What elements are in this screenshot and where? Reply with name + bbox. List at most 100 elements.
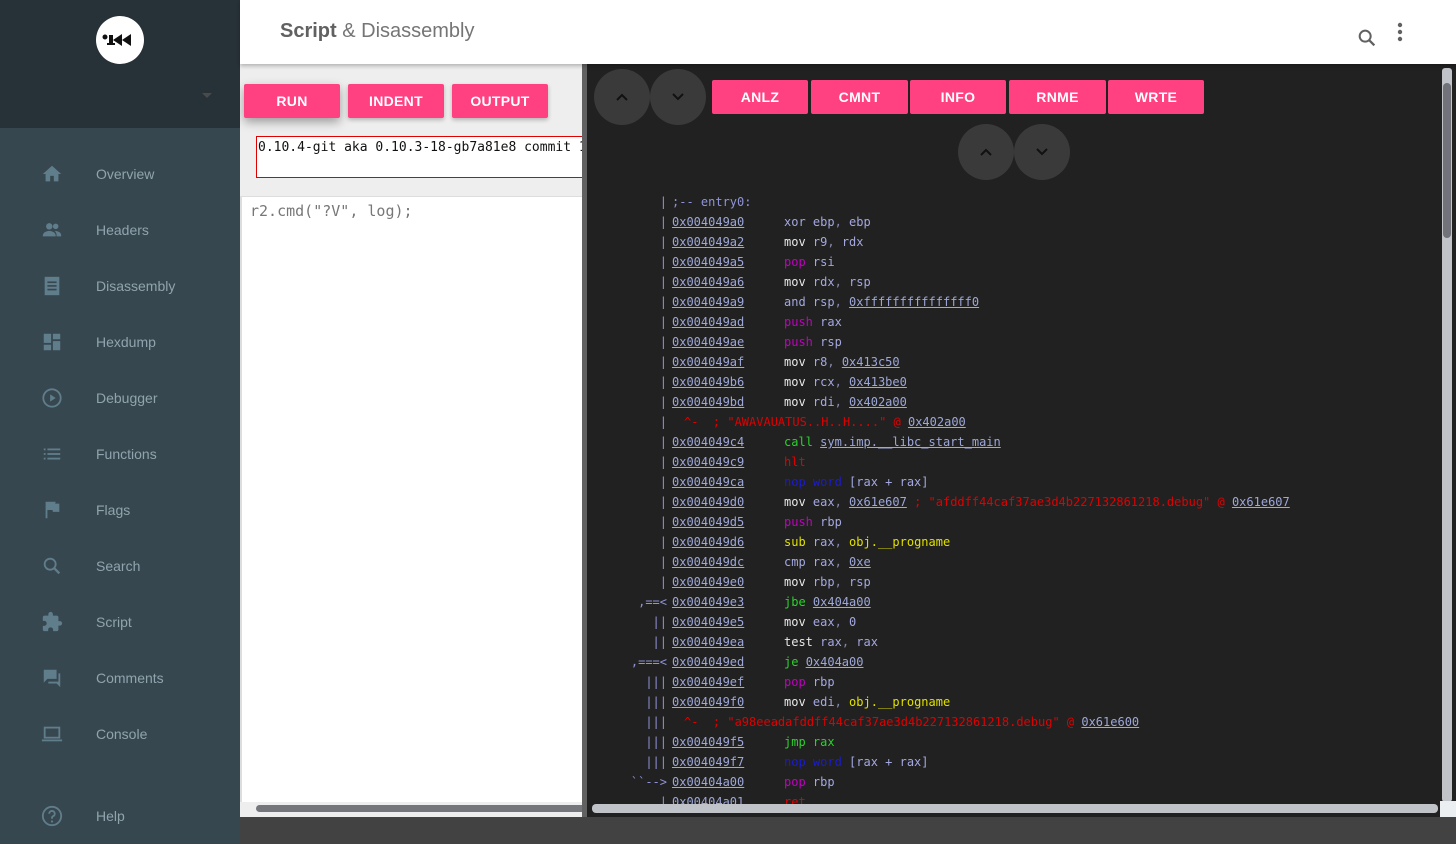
disassembly-horizontal-scrollbar[interactable] xyxy=(592,804,1438,813)
address-link[interactable]: 0x004049d6 xyxy=(672,532,744,552)
address-link[interactable]: 0x004049e5 xyxy=(672,612,744,632)
sidebar-item-label: Flags xyxy=(96,502,131,518)
address-link[interactable]: 0x004049f7 xyxy=(672,752,744,772)
operand: ; "afddff44caf37ae3d4b227132861218.debug… xyxy=(906,495,1232,509)
flow-arrow: | xyxy=(659,455,667,469)
operand: , xyxy=(834,615,850,629)
indent-button[interactable]: INDENT xyxy=(348,84,444,118)
sidebar-item-help[interactable]: Help xyxy=(0,788,240,844)
address-link[interactable]: 0x004049c4 xyxy=(672,432,744,452)
operand-link[interactable]: 0x413be0 xyxy=(849,375,907,389)
wrte-button[interactable]: WRTE xyxy=(1108,80,1204,114)
cmnt-button[interactable]: CMNT xyxy=(811,80,908,114)
sidebar-item-console[interactable]: Console xyxy=(0,706,240,762)
address-link[interactable]: 0x004049c9 xyxy=(672,452,744,472)
sidebar-item-debugger[interactable]: Debugger xyxy=(0,370,240,426)
address-link[interactable]: 0x004049d0 xyxy=(672,492,744,512)
more-vert-icon[interactable] xyxy=(1388,20,1412,44)
script-horizontal-scrollbar[interactable] xyxy=(244,804,596,814)
sidebar-item-script[interactable]: Script xyxy=(0,594,240,650)
address-link[interactable]: 0x004049a0 xyxy=(672,212,744,232)
scrollbar-thumb[interactable] xyxy=(1443,83,1451,238)
address-link[interactable]: 0x004049ae xyxy=(672,332,744,352)
operand-link[interactable]: sym.imp.__libc_start_main xyxy=(820,435,1001,449)
run-button[interactable]: RUN xyxy=(244,84,340,118)
sidebar-item-disassembly[interactable]: Disassembly xyxy=(0,258,240,314)
sidebar-item-hexdump[interactable]: Hexdump xyxy=(0,314,240,370)
address-link[interactable]: 0x004049bd xyxy=(672,392,744,412)
address-link[interactable]: 0x004049b6 xyxy=(672,372,744,392)
operand: hlt xyxy=(784,455,806,469)
address-link[interactable]: 0x004049d5 xyxy=(672,512,744,532)
page-title-bold: Script xyxy=(280,20,337,42)
operand: rbp xyxy=(812,515,842,529)
info-button[interactable]: INFO xyxy=(910,80,1006,114)
flow-arrow: | xyxy=(659,395,667,409)
operand: nop word xyxy=(784,475,842,489)
address-link[interactable]: 0x004049e3 xyxy=(672,592,744,612)
sidebar-header xyxy=(0,0,240,128)
sidebar-item-functions[interactable]: Functions xyxy=(0,426,240,482)
sidebar-item-comments[interactable]: Comments xyxy=(0,650,240,706)
account-dropdown-caret[interactable] xyxy=(202,93,212,98)
block-up-button[interactable] xyxy=(958,124,1014,180)
operand-link[interactable]: 0x402a00 xyxy=(849,395,907,409)
operand: push xyxy=(784,515,813,529)
address-link[interactable]: 0x004049dc xyxy=(672,552,744,572)
rnme-button[interactable]: RNME xyxy=(1009,80,1106,114)
operand-link[interactable]: 0x61e600 xyxy=(1081,715,1139,729)
scroll-up-button[interactable] xyxy=(594,69,650,125)
operand-link[interactable]: 0x61e607 xyxy=(849,495,907,509)
operand: eax xyxy=(805,495,835,509)
chevron-down-icon xyxy=(1036,148,1048,156)
scrollbar-thumb[interactable] xyxy=(256,805,596,812)
flow-arrow: | xyxy=(659,515,667,529)
output-button[interactable]: OUTPUT xyxy=(452,84,548,118)
address-link[interactable]: 0x00404a00 xyxy=(672,772,744,792)
disassembly-vertical-scrollbar[interactable] xyxy=(1442,68,1452,802)
address-link[interactable]: 0x004049ca xyxy=(672,472,744,492)
operand xyxy=(806,595,813,609)
address-link[interactable]: 0x004049ea xyxy=(672,632,744,652)
address-link[interactable]: 0x004049af xyxy=(672,352,744,372)
address-link[interactable]: 0x004049ed xyxy=(672,652,744,672)
operand: mov xyxy=(784,395,806,409)
radare2-logo[interactable] xyxy=(96,16,144,64)
sidebar-item-flags[interactable]: Flags xyxy=(0,482,240,538)
sidebar-item-overview[interactable]: Overview xyxy=(0,146,240,202)
address-link[interactable]: 0x004049ad xyxy=(672,312,744,332)
scroll-down-button[interactable] xyxy=(650,69,706,125)
address-link[interactable]: 0x004049a2 xyxy=(672,232,744,252)
operand-link[interactable]: 0xe xyxy=(849,555,871,569)
sidebar-item-search[interactable]: Search xyxy=(0,538,240,594)
operand-link[interactable]: 0x61e607 xyxy=(1232,495,1290,509)
address-link[interactable]: 0x004049f5 xyxy=(672,732,744,752)
block-down-button[interactable] xyxy=(1014,124,1070,180)
operand: je xyxy=(784,655,799,669)
flow-arrow: | xyxy=(659,415,667,429)
operand: mov xyxy=(784,695,806,709)
address-link[interactable]: 0x004049e0 xyxy=(672,572,744,592)
script-editor[interactable]: r2.cmd("?V", log); xyxy=(240,196,584,802)
sidebar-item-headers[interactable]: Headers xyxy=(0,202,240,258)
operand-link[interactable]: 0x404a00 xyxy=(806,655,864,669)
address-link[interactable]: 0x004049a9 xyxy=(672,292,744,312)
anlz-button[interactable]: ANLZ xyxy=(712,80,808,114)
operand-link[interactable]: 0xfffffffffffffff0 xyxy=(849,295,979,309)
address-link[interactable]: 0x004049a6 xyxy=(672,272,744,292)
operand: mov xyxy=(784,575,806,589)
operand-link[interactable]: 0x413c50 xyxy=(842,355,900,369)
address-link[interactable]: 0x004049ef xyxy=(672,672,744,692)
operand: , xyxy=(827,355,842,369)
operand: mov xyxy=(784,355,806,369)
operand: , xyxy=(827,235,842,249)
pane-splitter[interactable] xyxy=(582,64,587,817)
operand-link[interactable]: 0x402a00 xyxy=(908,415,966,429)
flow-arrow: | xyxy=(659,295,667,309)
operand-link[interactable]: 0x404a00 xyxy=(813,595,871,609)
address-link[interactable]: 0x004049f0 xyxy=(672,692,744,712)
instruction: mov rcx, 0x413be0 xyxy=(784,372,907,392)
address-link[interactable]: 0x004049a5 xyxy=(672,252,744,272)
search-icon[interactable] xyxy=(1355,26,1379,50)
flow-arrow: || xyxy=(652,615,667,629)
